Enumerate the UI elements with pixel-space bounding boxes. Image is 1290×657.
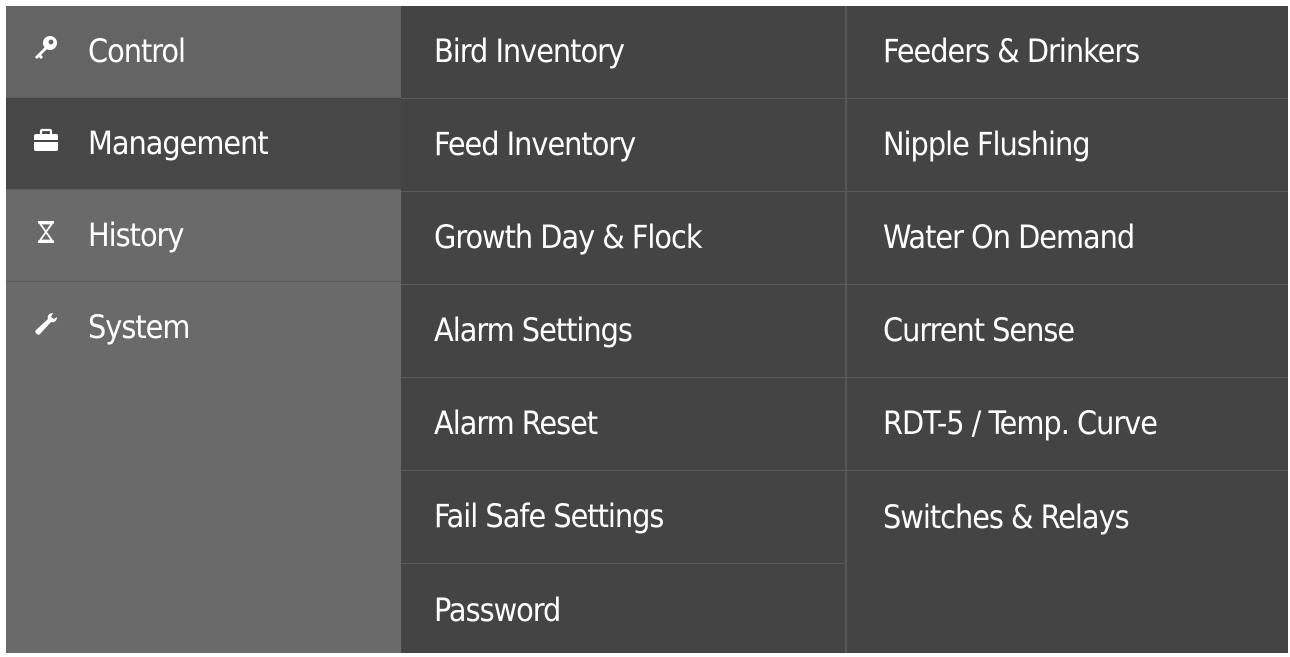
sidebar-item-control[interactable]: Control <box>6 6 401 98</box>
briefcase-icon <box>32 126 60 154</box>
menu-item-growth-day-flock[interactable]: Growth Day & Flock <box>401 192 845 285</box>
settings-menu: Control Management History System Bird I… <box>6 6 1290 653</box>
sidebar-item-label: Management <box>88 123 269 162</box>
menu-item-fail-safe-settings[interactable]: Fail Safe Settings <box>401 471 845 564</box>
sidebar-item-system[interactable]: System <box>6 282 401 374</box>
menu-item-password[interactable]: Password <box>401 564 845 657</box>
menu-item-bird-inventory[interactable]: Bird Inventory <box>401 6 845 99</box>
submenu-column-2: Feeders & Drinkers Nipple Flushing Water… <box>847 6 1288 653</box>
hourglass-icon <box>32 218 60 246</box>
key-icon <box>32 34 60 62</box>
sidebar-item-management[interactable]: Management <box>6 98 401 190</box>
menu-item-water-on-demand[interactable]: Water On Demand <box>847 192 1288 285</box>
menu-item-feed-inventory[interactable]: Feed Inventory <box>401 99 845 192</box>
sidebar-item-label: System <box>88 308 190 346</box>
menu-item-current-sense[interactable]: Current Sense <box>847 285 1288 378</box>
menu-item-alarm-reset[interactable]: Alarm Reset <box>401 378 845 471</box>
menu-item-nipple-flushing[interactable]: Nipple Flushing <box>847 99 1288 192</box>
sidebar-item-label: History <box>88 215 184 254</box>
sidebar: Control Management History System <box>6 6 401 653</box>
sidebar-item-label: Control <box>88 31 186 70</box>
menu-item-rdt5-temp-curve[interactable]: RDT-5 / Temp. Curve <box>847 378 1288 471</box>
menu-item-switches-relays[interactable]: Switches & Relays <box>847 471 1288 564</box>
menu-item-feeders-drinkers[interactable]: Feeders & Drinkers <box>847 6 1288 99</box>
sidebar-item-history[interactable]: History <box>6 190 401 282</box>
submenu-column-1: Bird Inventory Feed Inventory Growth Day… <box>401 6 847 653</box>
wrench-icon <box>32 310 60 338</box>
menu-item-alarm-settings[interactable]: Alarm Settings <box>401 285 845 378</box>
